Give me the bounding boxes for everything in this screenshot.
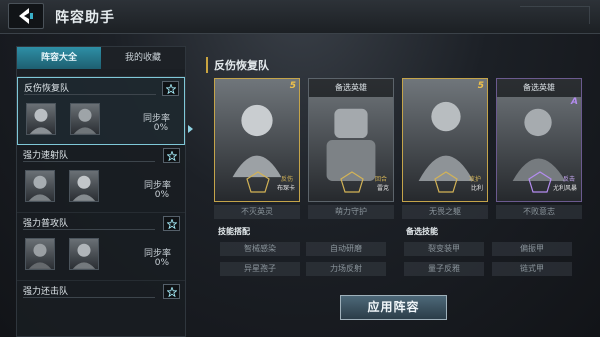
skill-item[interactable]: 自动研磨	[306, 242, 386, 256]
hero-avatar	[26, 103, 56, 135]
alt-skill-item[interactable]: 量子反雅	[404, 262, 484, 276]
hero-card-alternate[interactable]: 备选英雄 回合 雷克	[308, 78, 394, 202]
skill-item[interactable]: 力场反射	[306, 262, 386, 276]
alt-skill-item[interactable]: 链式甲	[492, 262, 572, 276]
hero-avatar	[69, 238, 99, 270]
star-icon	[166, 150, 177, 161]
skills-label: 技能搭配	[218, 227, 250, 236]
hero-role: 反击	[562, 176, 575, 183]
favorite-star-button[interactable]	[163, 148, 180, 163]
divider	[23, 297, 155, 298]
hero-card[interactable]: 5 攻护 比利	[402, 78, 488, 202]
hero-skill: 萌力守护	[308, 205, 394, 219]
lineup-title: 反伤恢复队	[206, 57, 269, 73]
hero-skill: 不败意志	[496, 205, 582, 219]
team-item-rapid-fire[interactable]: 强力速射队 同步率 0%	[17, 145, 185, 213]
alt-skills-label: 备选技能	[406, 227, 438, 236]
hero-avatar	[25, 238, 55, 270]
sync-rate-value: 0%	[154, 190, 169, 200]
hero-name: 尤利风暴	[552, 185, 577, 192]
team-name: 反伤恢复队	[24, 84, 70, 94]
sync-rate-value: 0%	[154, 258, 169, 268]
tab-strip	[17, 69, 185, 77]
favorite-star-button[interactable]	[163, 284, 180, 299]
team-item-counter-attack[interactable]: 强力还击队	[17, 281, 185, 337]
class-badge-icon	[246, 171, 270, 193]
alternate-hero-caption: 备选英雄	[497, 79, 581, 97]
hero-role: 回合	[374, 176, 387, 183]
class-badge-icon	[340, 171, 364, 193]
star-icon	[166, 218, 177, 229]
star-icon	[165, 83, 176, 94]
team-name: 强力普攻队	[23, 219, 69, 229]
skill-item[interactable]: 智械感染	[220, 242, 300, 256]
skill-item[interactable]: 异星孢子	[220, 262, 300, 276]
hero-card-alternate[interactable]: 备选英雄 A 反击 尤利风暴	[496, 78, 582, 202]
page-title: 阵容助手	[55, 10, 115, 26]
favorite-star-button[interactable]	[162, 81, 179, 96]
tab-all-lineups[interactable]: 阵容大全	[17, 47, 101, 69]
team-item-normal-attack[interactable]: 强力普攻队 同步率 0%	[17, 213, 185, 281]
hero-name: 布琛卡	[276, 185, 295, 192]
team-list-panel: 阵容大全 我的收藏 反伤恢复队 同步率 0% 强力速射队 同步率 0% 强力普攻…	[16, 46, 186, 337]
alt-skill-item[interactable]: 偏振甲	[492, 242, 572, 256]
header-bar: 阵容助手	[0, 0, 600, 34]
hero-name: 雷克	[376, 185, 389, 192]
team-name: 强力速射队	[23, 151, 69, 161]
hero-skill: 不灭英灵	[214, 205, 300, 219]
header-decoration	[520, 6, 590, 24]
sync-rate-value: 0%	[153, 123, 168, 133]
hero-avatar	[69, 170, 99, 202]
star-icon	[166, 286, 177, 297]
hero-role: 攻护	[468, 176, 481, 183]
back-arrow-icon	[19, 8, 33, 24]
team-name: 强力还击队	[23, 287, 69, 297]
hero-card[interactable]: 5 反伤 布琛卡	[214, 78, 300, 202]
hero-avatar	[25, 170, 55, 202]
team-tabs: 阵容大全 我的收藏	[17, 47, 185, 69]
tab-my-favorites[interactable]: 我的收藏	[101, 47, 185, 69]
star-rank: 5	[289, 81, 296, 91]
favorite-star-button[interactable]	[163, 216, 180, 231]
hero-role: 反伤	[280, 176, 293, 183]
selection-arrow-icon	[188, 125, 193, 133]
hero-name: 比利	[470, 185, 483, 192]
apply-lineup-button[interactable]: 应用阵容	[340, 295, 447, 320]
class-badge-icon	[528, 171, 552, 193]
divider	[24, 94, 156, 95]
hero-skill: 无畏之躯	[402, 205, 488, 219]
hero-avatar	[70, 103, 100, 135]
divider	[23, 229, 155, 230]
alt-skill-item[interactable]: 裂变装甲	[404, 242, 484, 256]
divider	[23, 161, 155, 162]
star-rank: 5	[477, 81, 484, 91]
team-item-reflect-heal[interactable]: 反伤恢复队 同步率 0%	[17, 77, 185, 145]
rank-badge: A	[571, 97, 578, 107]
alternate-hero-caption: 备选英雄	[309, 79, 393, 97]
class-badge-icon	[434, 171, 458, 193]
back-button[interactable]	[8, 3, 44, 29]
